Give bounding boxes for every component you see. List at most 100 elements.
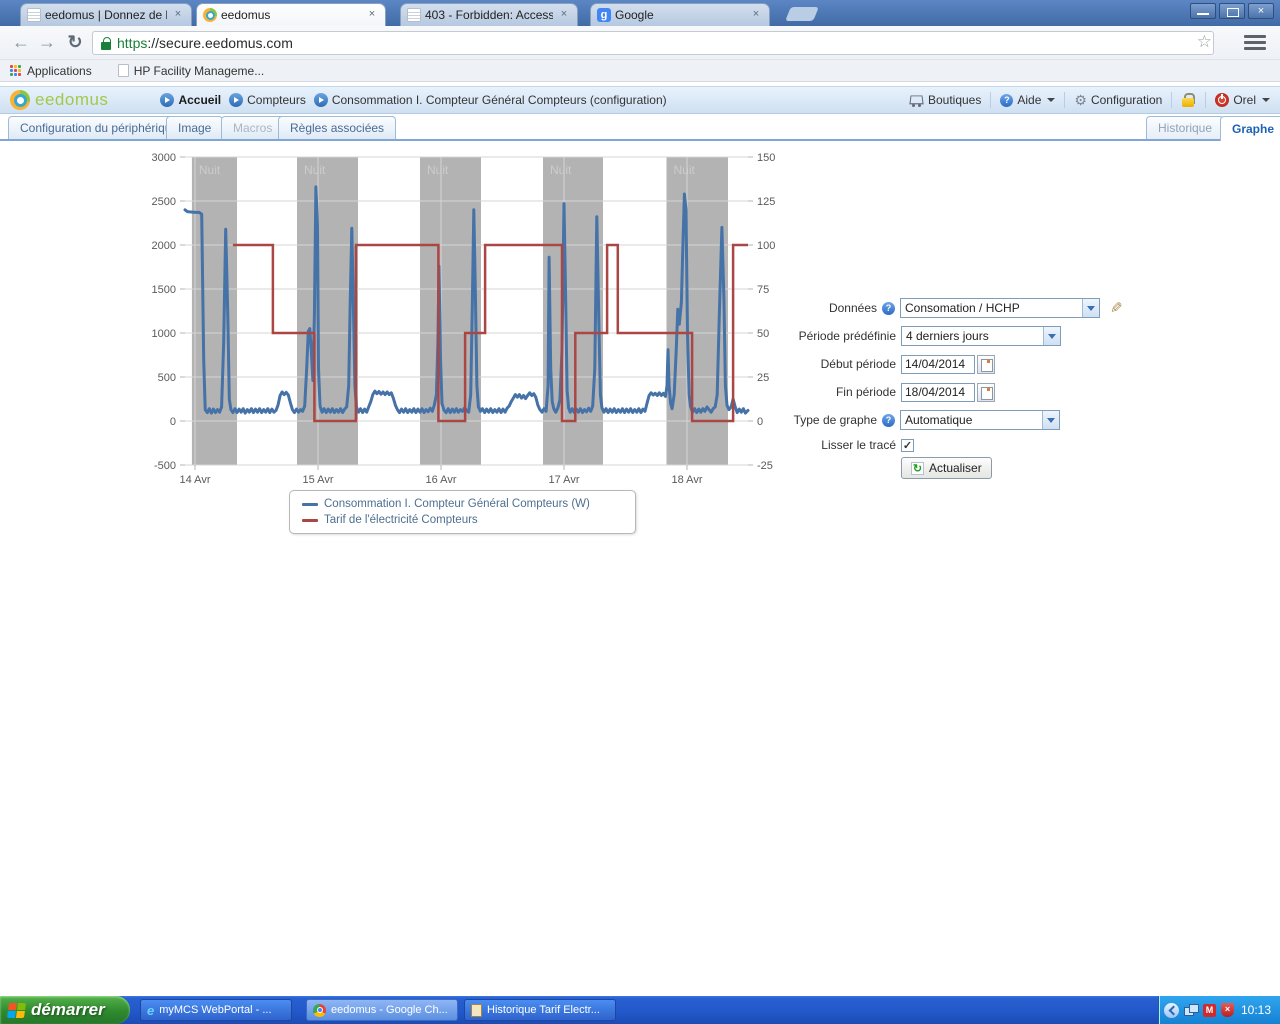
legend-item-tariff[interactable]: Tarif de l'électricité Compteurs <box>302 512 635 528</box>
window-restore-button[interactable] <box>1219 3 1245 19</box>
right-axis-tick: 150 <box>757 152 775 164</box>
chart-legend: Consommation I. Compteur Général Compteu… <box>289 490 636 534</box>
taskbar-button-historique[interactable]: Historique Tarif Electr... <box>464 999 616 1021</box>
form-row-donnees: Données Consomation / HCHP <box>640 297 1140 319</box>
chevron-down-icon <box>1262 98 1270 102</box>
form-row-lisser: Lisser le tracé <box>640 434 1140 456</box>
tab-graphe[interactable]: Graphe <box>1220 116 1280 141</box>
window-minimize-button[interactable] <box>1190 3 1216 19</box>
left-axis-tick: 3000 <box>152 152 176 164</box>
boutiques-button[interactable]: Boutiques <box>908 93 981 107</box>
browser-menu-icon[interactable] <box>1244 35 1266 51</box>
night-band-label: Nuit <box>427 163 449 177</box>
x-axis-tick: 15 Avr <box>303 474 334 486</box>
chevron-down-icon <box>1047 98 1055 102</box>
lock-badge-icon[interactable] <box>1181 93 1196 108</box>
windows-taskbar: démarrer e myMCS WebPortal - ... eedomus… <box>0 996 1280 1024</box>
power-icon <box>1215 93 1229 107</box>
breadcrumb-device[interactable]: Consommation I. Compteur Général Compteu… <box>314 93 667 107</box>
tab-title: eedomus | Donnez de l'intelli <box>45 8 167 22</box>
start-button[interactable]: démarrer <box>0 996 130 1024</box>
select-arrow-icon[interactable] <box>1043 327 1060 345</box>
back-icon[interactable]: ← <box>8 30 34 56</box>
chrome-icon <box>313 1004 326 1017</box>
select-arrow-icon[interactable] <box>1042 411 1059 429</box>
night-band-label: Nuit <box>304 163 326 177</box>
tab-regles-associees[interactable]: Règles associées <box>278 116 396 139</box>
device-tabs: Configuration du périphérique Image Macr… <box>0 116 1280 141</box>
x-axis-tick: 14 Avr <box>180 474 211 486</box>
night-band-label: Nuit <box>550 163 572 177</box>
calendar-icon[interactable] <box>977 383 995 402</box>
left-axis-tick: 0 <box>170 416 176 428</box>
calendar-icon[interactable] <box>977 355 995 374</box>
legend-item-consumption[interactable]: Consommation I. Compteur Général Compteu… <box>302 496 635 512</box>
left-axis-tick: 2500 <box>152 196 176 208</box>
tab-close-icon[interactable]: × <box>749 8 763 22</box>
window-close-button[interactable]: × <box>1248 3 1274 19</box>
fin-label: Fin période <box>640 385 896 399</box>
tab-configuration-peripherique[interactable]: Configuration du périphérique <box>8 116 190 139</box>
lisser-label: Lisser le tracé <box>640 438 896 452</box>
taskbar-button-eedomus[interactable]: eedomus - Google Ch... <box>306 999 458 1021</box>
tray-collapse-icon[interactable] <box>1164 1003 1179 1018</box>
bookmark-star-icon[interactable]: ☆ <box>1197 32 1212 52</box>
left-axis-tick: 2000 <box>152 240 176 252</box>
fin-date-input[interactable] <box>901 383 975 402</box>
lisser-checkbox[interactable] <box>901 439 914 452</box>
tab-macros: Macros <box>221 116 284 139</box>
form-row-type: Type de graphe Automatique <box>640 409 1140 431</box>
tariff-swatch-icon <box>302 519 318 522</box>
tab-title: 403 - Forbidden: Access is d <box>425 8 553 22</box>
form-row-actualiser: Actualiser <box>640 457 1140 479</box>
network-icon[interactable] <box>1184 1004 1198 1016</box>
tab-close-icon[interactable]: × <box>171 8 185 22</box>
edit-pencil-icon[interactable] <box>1110 299 1123 317</box>
browser-tab-2-active[interactable]: eedomus × <box>196 3 386 26</box>
clock: 10:13 <box>1241 1003 1271 1017</box>
help-icon <box>1000 94 1013 107</box>
tab-close-icon[interactable]: × <box>365 8 379 22</box>
help-icon[interactable] <box>882 302 895 315</box>
select-arrow-icon[interactable] <box>1082 299 1099 317</box>
help-icon[interactable] <box>882 414 895 427</box>
tab-historique[interactable]: Historique <box>1146 116 1224 139</box>
security-alert-icon[interactable] <box>1221 1003 1234 1017</box>
reload-icon[interactable]: ↻ <box>62 30 88 56</box>
cart-icon <box>908 93 924 107</box>
left-axis-tick: -500 <box>154 460 176 472</box>
breadcrumb-accueil[interactable]: Accueil <box>160 93 221 107</box>
address-bar[interactable]: https ://secure.eedomus.com <box>92 31 1214 55</box>
breadcrumb-compteurs[interactable]: Compteurs <box>229 93 306 107</box>
night-band <box>192 157 237 465</box>
taskbar-button-mymcs[interactable]: e myMCS WebPortal - ... <box>140 999 292 1021</box>
arrow-icon <box>160 93 174 107</box>
tab-image[interactable]: Image <box>166 116 223 139</box>
tab-title: Google <box>615 8 745 22</box>
browser-tab-4[interactable]: g Google × <box>590 3 770 26</box>
new-tab-button[interactable] <box>785 7 819 21</box>
night-band-label: Nuit <box>674 163 696 177</box>
type-graphe-select[interactable]: Automatique <box>900 410 1060 430</box>
browser-tab-1[interactable]: eedomus | Donnez de l'intelli × <box>20 3 192 26</box>
periode-select[interactable]: 4 derniers jours <box>901 326 1061 346</box>
configuration-button[interactable]: Configuration <box>1074 92 1162 109</box>
aide-menu[interactable]: Aide <box>1000 93 1055 107</box>
donnees-select[interactable]: Consomation / HCHP <box>900 298 1100 318</box>
browser-tab-3[interactable]: 403 - Forbidden: Access is d × <box>400 3 578 26</box>
actualiser-button[interactable]: Actualiser <box>901 457 992 479</box>
mcafee-icon[interactable] <box>1203 1004 1216 1017</box>
night-band <box>543 157 603 465</box>
form-row-debut: Début période <box>640 353 1140 375</box>
refresh-icon <box>911 462 924 475</box>
eedomus-logo-icon[interactable] <box>10 90 30 110</box>
forward-icon[interactable]: → <box>34 30 60 56</box>
tab-close-icon[interactable]: × <box>557 8 571 22</box>
bookmark-applications[interactable]: Applications <box>10 64 92 78</box>
page-favicon-icon <box>27 8 41 22</box>
bookmark-hp-facility[interactable]: HP Facility Manageme... <box>118 64 265 78</box>
user-menu[interactable]: Orel <box>1215 93 1270 107</box>
https-lock-icon <box>101 37 111 50</box>
breadcrumb: Accueil Compteurs Consommation I. Compte… <box>160 93 666 107</box>
debut-date-input[interactable] <box>901 355 975 374</box>
